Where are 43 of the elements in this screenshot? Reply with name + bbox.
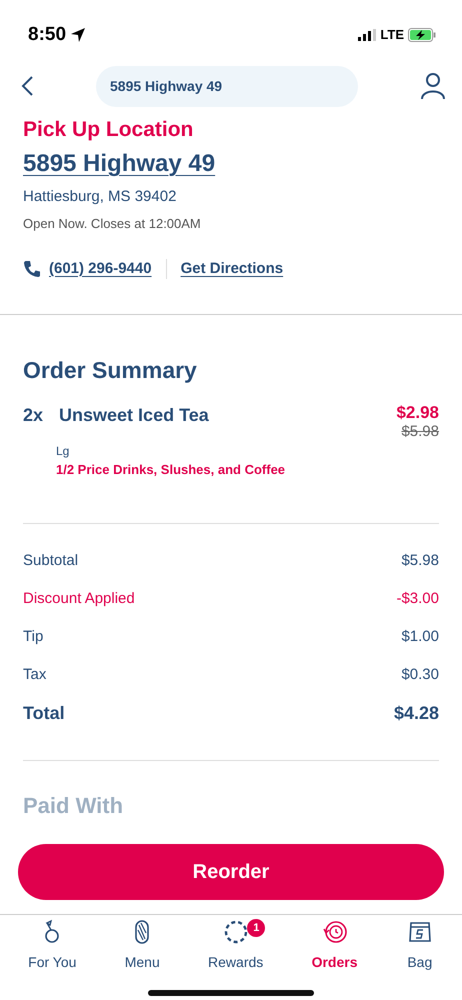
section-heading: Paid With — [23, 792, 124, 820]
original-price: $5.98 — [401, 422, 439, 442]
battery-charging-icon — [408, 28, 436, 42]
phone-link[interactable]: (601) 296-9440 — [49, 258, 152, 280]
item-name: Unsweet Iced Tea — [59, 404, 209, 426]
total-value: -$3.00 — [396, 588, 439, 609]
city-text: Hattiesburg, MS 39402 — [23, 186, 178, 206]
total-value: $4.28 — [394, 702, 439, 724]
item-size: Lg — [56, 442, 70, 460]
tab-button[interactable]: Orders — [306, 919, 364, 973]
location-arrow-icon — [70, 27, 86, 43]
person-icon — [420, 72, 446, 100]
network-label: LTE — [380, 26, 404, 44]
back-icon — [20, 74, 34, 97]
directions-link[interactable]: Get Directions — [180, 258, 284, 280]
total-label: Discount Applied — [23, 588, 135, 609]
item-price: $2.98 — [396, 402, 439, 423]
account-button[interactable] — [420, 72, 446, 100]
total-value: $0.30 — [401, 664, 439, 685]
location-pill[interactable]: 5895 Highway 49 — [96, 66, 358, 106]
address-link[interactable]: 5895 Highway 49 — [23, 150, 216, 176]
total-label: Tax — [23, 664, 46, 685]
notification-badge: 1 — [247, 919, 266, 937]
total-value: $1.00 — [401, 626, 439, 647]
promotion-text: 1/2 Price Drinks, Slushes, and Coffee — [56, 460, 286, 478]
item-quantity: 2x — [23, 404, 44, 426]
signal-icon — [358, 29, 376, 41]
tab-button[interactable]: For You — [22, 919, 82, 973]
total-label: Total — [23, 702, 65, 724]
back-button[interactable] — [20, 74, 34, 98]
hours-text: Open Now. Closes at 12:00AM — [23, 215, 202, 233]
total-value: $5.98 — [401, 550, 439, 571]
clock-history-icon — [320, 919, 349, 945]
section-heading: Pick Up Location — [23, 117, 194, 143]
tab-button[interactable]: Bag — [400, 919, 440, 973]
reorder-button[interactable]: Reorder — [18, 844, 444, 900]
section-heading: Order Summary — [23, 356, 198, 385]
phone-icon — [23, 260, 41, 278]
status-time: 8:50 — [28, 22, 66, 47]
total-label: Subtotal — [23, 550, 78, 571]
tab-button[interactable]: Menu — [118, 919, 166, 973]
tab-button[interactable]: Rewards 1 — [202, 919, 270, 973]
total-label: Tip — [23, 626, 44, 647]
